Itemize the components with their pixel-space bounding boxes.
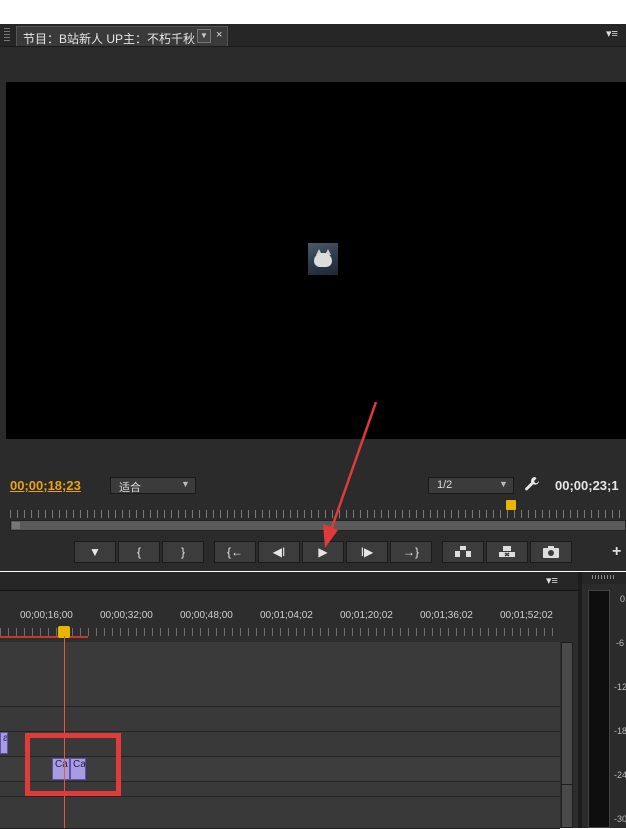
annotation-highlight-box <box>25 733 121 796</box>
audio-meter-scale: 0 -6 -12 -18 -24 -30 <box>614 588 626 828</box>
video-track[interactable] <box>0 642 560 707</box>
ruler-label: 00;01;52;02 <box>500 610 553 621</box>
resolution-value: 1/2 <box>437 479 453 491</box>
meter-label: -30 <box>614 814 626 824</box>
current-timecode[interactable]: 00;00;18;23 <box>10 478 81 493</box>
chevron-down-icon: ▼ <box>499 479 508 489</box>
mark-in-button[interactable]: { <box>118 541 160 563</box>
panel-menu-icon[interactable]: ▾≡ <box>606 27 618 40</box>
meter-label: -6 <box>616 638 625 648</box>
ruler-ticks <box>0 628 560 636</box>
extract-button[interactable] <box>486 541 528 563</box>
ruler-label: 00;01;20;02 <box>340 610 393 621</box>
step-forward-button[interactable]: I▶ <box>346 541 388 563</box>
ruler-ticks <box>10 510 626 518</box>
video-preview[interactable] <box>6 82 626 439</box>
play-button[interactable]: ▶ <box>302 541 344 563</box>
work-area-bar[interactable] <box>0 636 88 638</box>
go-to-in-button[interactable]: {← <box>214 541 256 563</box>
add-marker-button[interactable]: ▼ <box>74 541 116 563</box>
timeline-tab-bar: ▾≡ <box>0 572 578 591</box>
panel-menu-icon[interactable]: ▾≡ <box>546 574 558 587</box>
timeline-ruler[interactable]: 00;00;16;00 00;00;32;00 00;00;48;00 00;0… <box>0 604 560 640</box>
zoom-fit-select[interactable]: 适合 ▼ <box>110 477 196 494</box>
meter-label: -24 <box>614 770 626 780</box>
audio-level-bar <box>588 590 610 828</box>
ruler-label: 00;00;32;00 <box>100 610 153 621</box>
meter-label: -18 <box>614 726 626 736</box>
ruler-label: 00;00;48;00 <box>180 610 233 621</box>
zoom-fit-value: 适合 <box>119 482 141 494</box>
close-icon[interactable]: × <box>216 29 222 41</box>
ruler-label: 00;00;16;00 <box>20 610 73 621</box>
duration-timecode: 00;00;23;1 <box>555 478 619 493</box>
ruler-label: 00;01;04;02 <box>260 610 313 621</box>
meter-label: 0 <box>620 594 626 604</box>
chevron-down-icon: ▼ <box>181 479 190 489</box>
playback-resolution-select[interactable]: 1/2 ▼ <box>428 477 514 494</box>
video-frame-image <box>308 243 338 275</box>
lift-button[interactable] <box>442 541 484 563</box>
meter-label: -12 <box>614 682 626 692</box>
monitor-tab-bar: 节目：B站新人 UP主：不朽千秋 ▼ × ▾≡ <box>0 24 626 47</box>
mark-out-button[interactable]: } <box>162 541 204 563</box>
lift-icon <box>455 546 471 557</box>
export-frame-button[interactable] <box>530 541 572 563</box>
video-track[interactable] <box>0 707 560 732</box>
panel-grip-icon[interactable] <box>592 575 616 579</box>
go-to-out-button[interactable]: →} <box>390 541 432 563</box>
wrench-icon[interactable] <box>524 476 540 492</box>
program-monitor-panel: 节目：B站新人 UP主：不朽千秋 ▼ × ▾≡ 00;00;18;23 适合 ▼… <box>0 24 626 571</box>
audio-meter-panel: 0 -6 -12 -18 -24 -30 <box>582 572 626 828</box>
timeline-vertical-scrollbar[interactable] <box>561 784 573 828</box>
playhead-handle[interactable] <box>506 500 516 510</box>
scrollbar-handle[interactable] <box>12 522 20 529</box>
tab-title: 节目：B站新人 UP主：不朽千秋 <box>23 32 196 46</box>
panel-grip-icon[interactable] <box>4 28 10 42</box>
timeline-clip[interactable]: a <box>0 732 8 754</box>
audio-track[interactable] <box>0 797 560 829</box>
tab-program[interactable]: 节目：B站新人 UP主：不朽千秋 ▼ × <box>16 26 228 46</box>
monitor-zoom-scrollbar[interactable] <box>10 520 626 531</box>
camera-icon <box>543 546 559 558</box>
timeline-vertical-scrollbar[interactable] <box>561 642 573 802</box>
tab-dropdown-icon[interactable]: ▼ <box>197 29 211 43</box>
timeline-playhead-line <box>64 636 65 828</box>
ruler-label: 00;01;36;02 <box>420 610 473 621</box>
step-back-button[interactable]: ◀I <box>258 541 300 563</box>
meter-tab-bar <box>582 572 626 584</box>
add-button[interactable]: + <box>612 543 621 561</box>
extract-icon <box>499 546 515 557</box>
